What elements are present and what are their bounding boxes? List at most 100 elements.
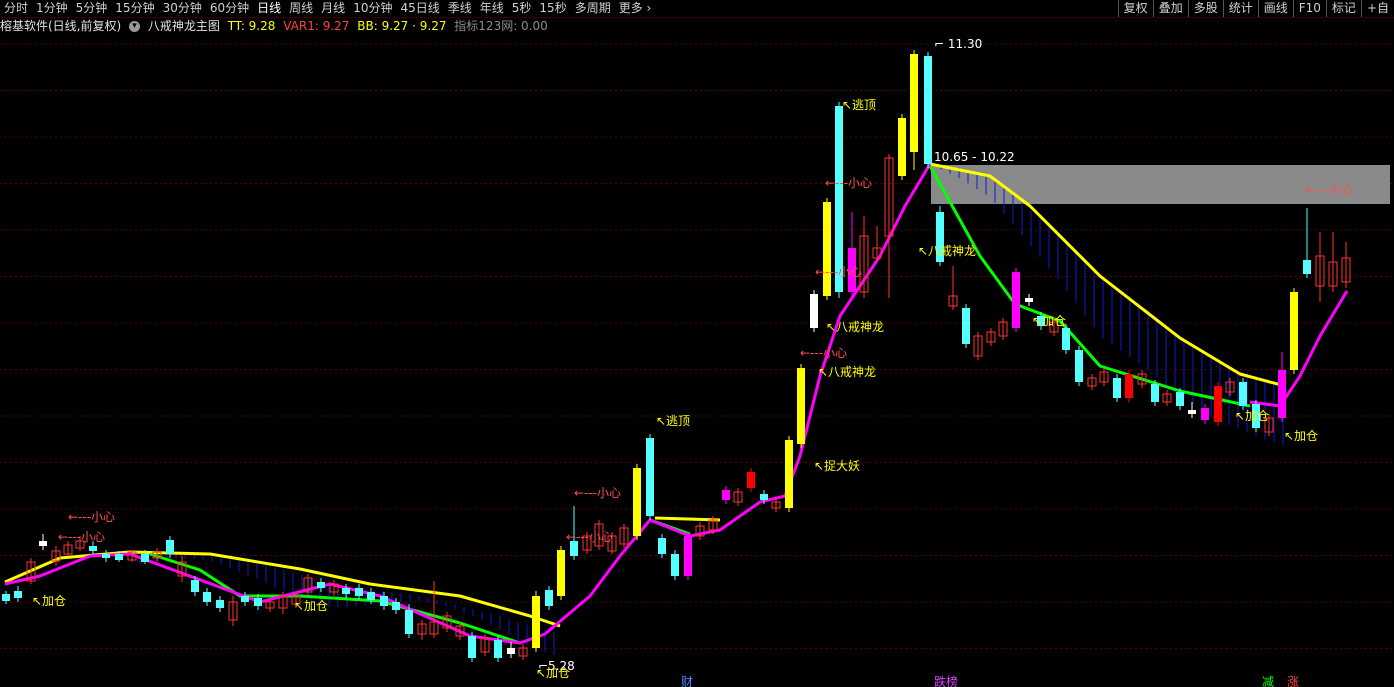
top-toolbar: 分时 1分钟 5分钟 15分钟 30分钟 60分钟 日线 周线 月线 10分钟 45日线 季线 年线 5秒… xyxy=(0,0,1394,18)
bottom-mark: 跌榜 xyxy=(934,674,958,687)
signal-label: ↖八戒神龙 xyxy=(818,365,876,379)
candle-body xyxy=(658,538,666,554)
kline-chart[interactable]: ⌐ 11.30⌐5.2810.65 - 10.22↖加仓 ↖加仓↖加仓↖加仓↖加仓… xyxy=(0,36,1394,687)
candle-body xyxy=(684,536,692,576)
candle-body xyxy=(392,602,400,610)
period-tab-1[interactable]: 1分钟 xyxy=(32,0,72,17)
candle-body xyxy=(532,596,540,648)
candle-body xyxy=(1278,370,1286,418)
candle-body xyxy=(1201,408,1209,420)
index-value: 指标123网: 0.00 xyxy=(454,19,548,33)
candle-body xyxy=(557,550,565,596)
period-tab-6[interactable]: 日线 xyxy=(253,0,285,17)
tt-value: TT: 9.28 xyxy=(227,19,276,33)
candle-body xyxy=(1062,328,1070,350)
signal-label: ↖加仓 xyxy=(294,599,328,613)
slow-line-left xyxy=(4,550,561,628)
signal-label: ←---小心 xyxy=(58,530,105,544)
candle-body xyxy=(166,540,174,554)
stock-title[interactable]: 榕基软件(日线,前复权) xyxy=(0,19,121,33)
candle-body xyxy=(1176,392,1184,406)
period-tab-16[interactable]: 更多 › xyxy=(615,0,656,17)
period-tab-7[interactable]: 周线 xyxy=(285,0,317,17)
candle-body xyxy=(760,494,768,500)
candle-body xyxy=(507,648,515,654)
signal-label: ←---小心 xyxy=(574,486,621,500)
candle-body xyxy=(898,118,906,176)
period-tab-12[interactable]: 年线 xyxy=(476,0,508,17)
signal-label: ↖八戒神龙 xyxy=(918,244,976,258)
period-tab-11[interactable]: 季线 xyxy=(444,0,476,17)
bottom-mark: 减 xyxy=(1262,675,1274,687)
signal-label: ←---小心 xyxy=(825,176,872,190)
tool-button-1[interactable]: 叠加 xyxy=(1152,0,1188,17)
tool-button-7[interactable]: +自 xyxy=(1360,0,1394,17)
candle-body xyxy=(241,596,249,602)
candle-body xyxy=(747,472,755,488)
period-tab-2[interactable]: 5分钟 xyxy=(72,0,112,17)
candle-body xyxy=(14,591,22,598)
tool-button-0[interactable]: 复权 xyxy=(1117,0,1153,17)
candle-body xyxy=(1113,378,1121,398)
tool-button-3[interactable]: 统计 xyxy=(1222,0,1258,17)
signal-label: ↖捉大妖 xyxy=(814,458,860,473)
candle-body xyxy=(367,592,375,600)
candle-body xyxy=(924,56,932,164)
candle-body xyxy=(962,308,970,344)
signal-label: ↖加仓 xyxy=(1284,429,1318,443)
candle-body xyxy=(102,554,110,558)
tool-button-5[interactable]: F10 xyxy=(1292,0,1326,17)
bottom-mark: 涨 xyxy=(1287,674,1299,687)
high-price-label: ⌐ 11.30 xyxy=(934,37,982,51)
period-tab-5[interactable]: 60分钟 xyxy=(206,0,253,17)
bb-value: BB: 9.27 · 9.27 xyxy=(357,19,447,33)
period-tab-13[interactable]: 5秒 xyxy=(508,0,536,17)
signal-label: ←---小心 xyxy=(800,346,847,360)
signal-label: ↖加仓 xyxy=(1235,409,1269,423)
period-tab-3[interactable]: 15分钟 xyxy=(111,0,158,17)
candle-body xyxy=(405,610,413,634)
candle-body xyxy=(785,440,793,508)
signal-label: ↖加仓 xyxy=(536,666,570,680)
signal-label: ←---小心 xyxy=(68,510,115,524)
candle-body xyxy=(355,588,363,596)
period-tab-9[interactable]: 10分钟 xyxy=(349,0,396,17)
signal-label: ↖逃顶 xyxy=(842,98,876,112)
period-tab-14[interactable]: 15秒 xyxy=(535,0,570,17)
candle-body xyxy=(823,202,831,296)
signal-label: ↖加仓 xyxy=(32,594,66,608)
candle-body xyxy=(545,590,553,606)
tool-button-4[interactable]: 画线 xyxy=(1257,0,1293,17)
signal-label: ↖八戒神龙 xyxy=(826,320,884,334)
candle-body xyxy=(797,368,805,444)
period-tab-15[interactable]: 多周期 xyxy=(571,0,615,17)
period-tab-8[interactable]: 月线 xyxy=(317,0,349,17)
candle-body xyxy=(191,580,199,592)
candle-body xyxy=(468,636,476,658)
candle-body xyxy=(115,554,123,560)
period-tab-0[interactable]: 分时 xyxy=(0,0,32,17)
tool-button-2[interactable]: 多股 xyxy=(1187,0,1223,17)
candle-body xyxy=(633,468,641,536)
candle-body xyxy=(671,554,679,576)
period-tab-4[interactable]: 30分钟 xyxy=(159,0,206,17)
candle-body xyxy=(1075,350,1083,382)
candle-body xyxy=(494,640,502,658)
candle-body xyxy=(1290,292,1298,370)
candle-body xyxy=(1188,410,1196,414)
chevron-down-icon[interactable]: ▾ xyxy=(129,21,141,32)
candle-body xyxy=(2,594,10,601)
candle-body xyxy=(89,546,97,551)
period-tab-10[interactable]: 45日线 xyxy=(396,0,443,17)
tool-buttons: 复权 叠加 多股 统计 画线 F10 标记 +自 xyxy=(1117,0,1394,17)
tool-button-6[interactable]: 标记 xyxy=(1325,0,1361,17)
candle-body xyxy=(203,592,211,602)
candle-body xyxy=(1125,374,1133,398)
candle-body xyxy=(317,582,325,588)
candle-body xyxy=(722,490,730,500)
candle-body xyxy=(1239,382,1247,406)
signal-label: ↖逃顶 xyxy=(656,414,690,428)
candle-body xyxy=(1012,272,1020,328)
signal-label: ←---小心 xyxy=(815,265,862,279)
indicator-name[interactable]: 八戒神龙主图 xyxy=(148,19,220,33)
